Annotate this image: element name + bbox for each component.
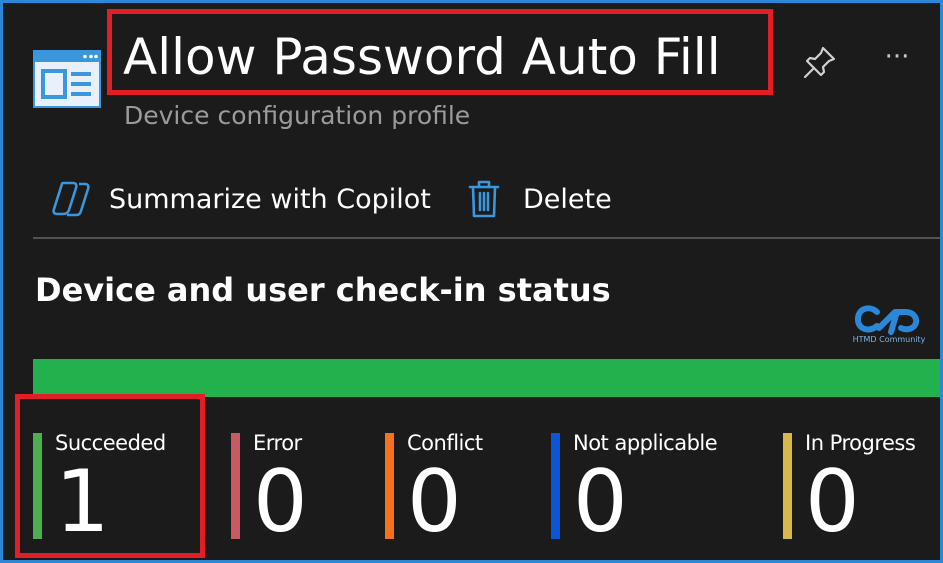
summarize-with-copilot-button[interactable]: Summarize with Copilot xyxy=(49,177,431,221)
more-options-button[interactable]: ··· xyxy=(875,44,919,75)
status-bar-fill-succeeded xyxy=(33,359,940,397)
watermark-text: HTMD Community xyxy=(852,335,926,344)
trash-icon xyxy=(468,180,500,218)
stat-value: 0 xyxy=(573,452,628,552)
profile-document-icon xyxy=(33,50,101,108)
stat-stripe-conflict xyxy=(385,433,394,539)
page-title: Allow Password Auto Fill xyxy=(123,28,721,86)
stat-not-applicable[interactable]: Not applicable 0 xyxy=(551,429,771,547)
stat-succeeded[interactable]: Succeeded 1 xyxy=(33,429,203,547)
stat-value: 0 xyxy=(253,452,308,552)
copilot-icon xyxy=(52,181,90,217)
stat-stripe-succeeded xyxy=(33,433,42,539)
toolbar-divider xyxy=(33,237,940,239)
delete-label: Delete xyxy=(523,183,612,215)
checkin-status-title: Device and user check-in status xyxy=(35,271,611,309)
copilot-label: Summarize with Copilot xyxy=(109,183,431,215)
checkin-status-bar xyxy=(33,359,940,397)
stat-value: 0 xyxy=(407,452,462,552)
profile-blade: Allow Password Auto Fill ··· Device conf… xyxy=(3,3,940,560)
stat-stripe-not-applicable xyxy=(551,433,560,539)
stat-in-progress[interactable]: In Progress 0 xyxy=(783,429,940,547)
pin-icon[interactable] xyxy=(801,43,839,81)
delete-button[interactable]: Delete xyxy=(467,177,612,221)
stat-stripe-error xyxy=(231,433,240,539)
stat-value: 1 xyxy=(55,452,110,552)
stat-value: 0 xyxy=(805,452,860,552)
stat-stripe-in-progress xyxy=(783,433,792,539)
page-subtitle: Device configuration profile xyxy=(124,101,471,130)
stat-conflict[interactable]: Conflict 0 xyxy=(385,429,535,547)
stat-error[interactable]: Error 0 xyxy=(231,429,371,547)
